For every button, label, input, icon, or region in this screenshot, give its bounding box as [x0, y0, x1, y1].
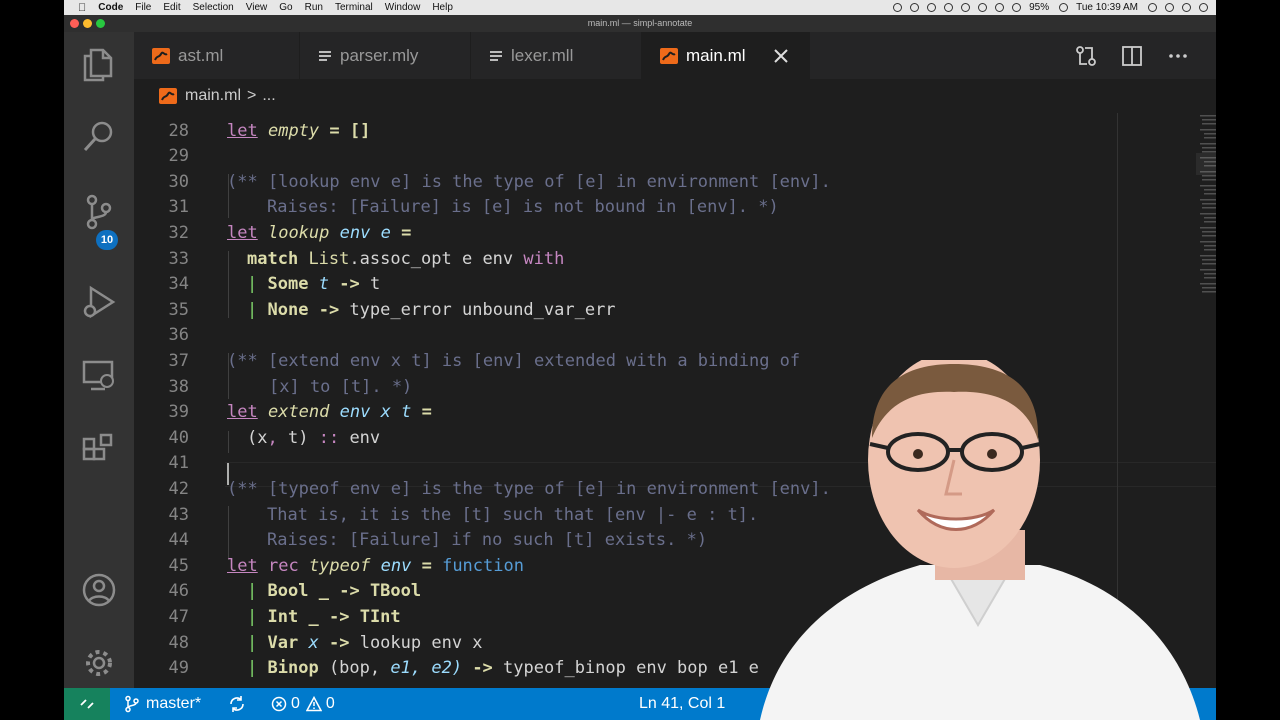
- dropbox-icon[interactable]: [910, 3, 920, 12]
- warning-count: 0: [325, 695, 335, 712]
- problems-status[interactable]: 0 0: [271, 688, 335, 720]
- wifi-icon[interactable]: [995, 3, 1005, 12]
- menu-terminal[interactable]: Terminal: [335, 2, 373, 13]
- error-count: 0: [291, 695, 300, 712]
- source-control-icon[interactable]: [81, 194, 117, 230]
- zoom-window-button[interactable]: [96, 19, 105, 28]
- warning-icon: [305, 696, 322, 712]
- mac-menubar:  Code File Edit Selection View Go Run T…: [64, 0, 1216, 15]
- sync-icon[interactable]: [927, 3, 937, 12]
- run-debug-icon[interactable]: [81, 284, 117, 320]
- notification-center-icon[interactable]: [1199, 3, 1208, 12]
- search-icon[interactable]: [81, 118, 117, 154]
- explorer-icon[interactable]: [81, 46, 117, 82]
- minimize-window-button[interactable]: [83, 19, 92, 28]
- right-letterbox: [1216, 0, 1280, 720]
- remote-indicator-icon[interactable]: [64, 688, 110, 720]
- menubar-clock[interactable]: Tue 10:39 AM: [1076, 2, 1138, 13]
- indent-guide: [228, 506, 229, 560]
- tab-main-ml[interactable]: main.ml: [642, 32, 810, 79]
- indent-guide: [228, 251, 229, 318]
- presenter-video-overlay: [760, 360, 1200, 720]
- airplay-icon[interactable]: [961, 3, 971, 12]
- sync-changes-icon[interactable]: [228, 688, 246, 720]
- siri-icon[interactable]: [1182, 3, 1191, 12]
- menu-view[interactable]: View: [246, 2, 268, 13]
- battery-icon[interactable]: [1059, 3, 1069, 12]
- open-changes-icon[interactable]: [1074, 44, 1098, 68]
- close-tab-icon[interactable]: [773, 48, 788, 63]
- editor-tab-bar: ast.ml parser.mly lexer.mll main.ml: [134, 32, 1216, 79]
- tab-label: lexer.mll: [511, 45, 574, 65]
- volume-icon[interactable]: [1012, 3, 1022, 12]
- menu-run[interactable]: Run: [305, 2, 323, 13]
- ocaml-file-icon: [159, 88, 177, 104]
- window-titlebar: main.ml — simpl-annotate: [64, 15, 1216, 32]
- manage-gear-icon[interactable]: [81, 645, 117, 681]
- user-icon[interactable]: [1148, 3, 1157, 12]
- ocaml-file-icon: [660, 47, 678, 64]
- activity-bar: 10: [64, 32, 134, 703]
- app-menu[interactable]: Code: [98, 2, 123, 13]
- menhir-file-icon: [318, 49, 332, 63]
- ocaml-file-icon: [152, 47, 170, 64]
- menu-go[interactable]: Go: [279, 2, 292, 13]
- accounts-icon[interactable]: [81, 572, 117, 608]
- split-editor-icon[interactable]: [1120, 44, 1144, 68]
- tab-label: parser.mly: [340, 45, 419, 65]
- git-branch-icon: [124, 695, 140, 713]
- tab-ast-ml[interactable]: ast.ml: [134, 32, 300, 79]
- breadcrumb: main.ml > ...: [134, 79, 1216, 113]
- menu-file[interactable]: File: [135, 2, 151, 13]
- ocamllex-file-icon: [489, 49, 503, 63]
- battery-percent[interactable]: 95%: [1029, 2, 1049, 13]
- breadcrumb-symbol[interactable]: ...: [262, 87, 275, 105]
- branch-name: master*: [146, 695, 202, 712]
- spotlight-icon[interactable]: [1165, 3, 1174, 12]
- tab-label: main.ml: [686, 45, 746, 65]
- breadcrumb-separator: >: [247, 87, 257, 104]
- bluetooth-icon[interactable]: [978, 3, 988, 12]
- screen-record-icon[interactable]: [893, 3, 903, 12]
- indent-guide: [228, 431, 229, 453]
- menubar-status-area: 95% Tue 10:39 AM: [893, 2, 1216, 13]
- extensions-icon[interactable]: [81, 432, 117, 468]
- menu-selection[interactable]: Selection: [193, 2, 234, 13]
- tab-parser-mly[interactable]: parser.mly: [300, 32, 471, 79]
- error-icon: [271, 696, 287, 712]
- left-letterbox: [0, 0, 64, 720]
- scm-badge: 10: [96, 230, 118, 250]
- remote-explorer-icon[interactable]: [81, 358, 117, 394]
- menu-window[interactable]: Window: [385, 2, 421, 13]
- apple-icon[interactable]: : [78, 2, 86, 14]
- info-icon[interactable]: [944, 3, 954, 12]
- menu-edit[interactable]: Edit: [163, 2, 180, 13]
- more-actions-icon[interactable]: [1166, 44, 1190, 68]
- branch-status[interactable]: master*: [124, 688, 201, 720]
- close-window-button[interactable]: [70, 19, 79, 28]
- window-title: main.ml — simpl-annotate: [587, 18, 693, 28]
- cursor-position[interactable]: Ln 41, Col 1: [639, 688, 725, 720]
- breadcrumb-file[interactable]: main.ml: [185, 87, 241, 105]
- menu-help[interactable]: Help: [432, 2, 453, 13]
- tab-lexer-mll[interactable]: lexer.mll: [471, 32, 642, 79]
- tab-label: ast.ml: [178, 45, 224, 65]
